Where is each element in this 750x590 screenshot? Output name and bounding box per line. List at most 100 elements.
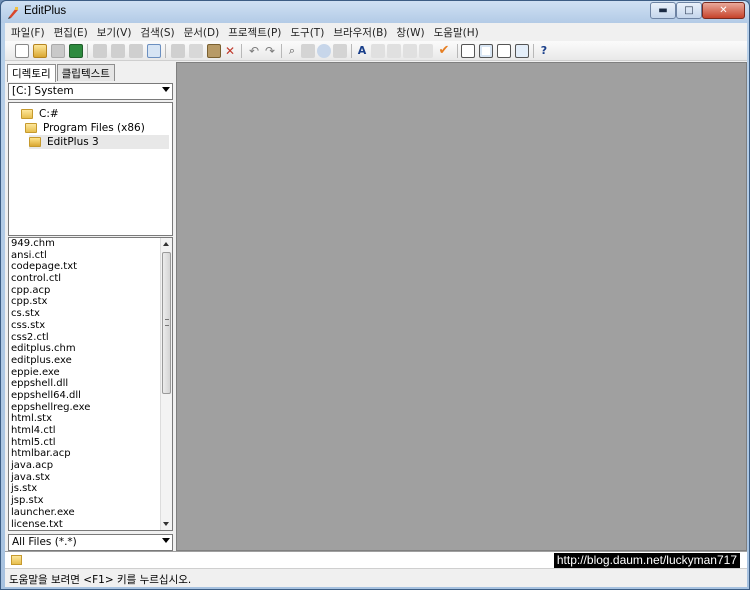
copy-icon[interactable] [189, 44, 203, 58]
file-list-item[interactable]: java.stx [9, 472, 172, 484]
toolbar-separator [457, 44, 458, 58]
window-title: EditPlus [24, 5, 67, 17]
find-icon[interactable]: ⌕ [285, 44, 299, 58]
file-filter-select[interactable]: All Files (*.*) [8, 534, 173, 551]
file-list[interactable]: 949.chm ansi.ctl codepage.txt control.ctl cp… [8, 237, 173, 531]
cliptext-window-icon[interactable] [515, 44, 529, 58]
file-list-item[interactable]: 949.chm [9, 238, 172, 250]
ruler-icon[interactable] [419, 44, 433, 58]
paste-icon[interactable] [207, 44, 221, 58]
new-file-icon[interactable] [15, 44, 29, 58]
drive-select[interactable]: [C:] System [8, 83, 173, 100]
close-button[interactable]: ✕ [702, 2, 745, 19]
line-number-icon[interactable] [403, 44, 417, 58]
file-list-item[interactable]: codepage.txt [9, 261, 172, 273]
font-icon[interactable]: A [355, 44, 369, 58]
editplus-window: EditPlus ▬ □ ✕ 파일(F) 편집(E) 보기(V) 검색(S) 문… [0, 0, 750, 590]
menu-help[interactable]: 도움말(H) [434, 25, 479, 40]
ftp-upload-icon[interactable] [93, 44, 107, 58]
file-items: 949.chm ansi.ctl codepage.txt control.ctl cp… [9, 238, 172, 530]
file-list-item[interactable]: java.acp [9, 460, 172, 472]
file-list-item[interactable]: eppie.exe [9, 367, 172, 379]
scrollbar-thumb[interactable] [162, 252, 171, 394]
goto-icon[interactable] [317, 44, 331, 58]
file-list-item[interactable]: js.stx [9, 483, 172, 495]
file-list-item[interactable]: cpp.stx [9, 296, 172, 308]
preview-icon[interactable] [147, 44, 161, 58]
file-list-scrollbar[interactable] [160, 238, 172, 530]
output-window-icon[interactable] [497, 44, 511, 58]
file-list-item[interactable]: eppshell64.dll [9, 390, 172, 402]
file-filter-value: All Files (*.*) [12, 536, 77, 548]
tab-cliptext[interactable]: 클립텍스트 [56, 64, 115, 81]
menu-edit[interactable]: 편집(E) [54, 25, 88, 40]
file-list-item[interactable]: license.txt [9, 519, 172, 531]
word-wrap-icon[interactable] [387, 44, 401, 58]
maximize-button[interactable]: □ [676, 2, 702, 19]
menu-view[interactable]: 보기(V) [97, 25, 132, 40]
file-list-item[interactable]: html4.ctl [9, 425, 172, 437]
hex-icon[interactable] [371, 44, 385, 58]
minimize-button[interactable]: ▬ [650, 2, 676, 19]
menu-window[interactable]: 창(W) [396, 25, 424, 40]
file-list-item[interactable]: editplus.chm [9, 343, 172, 355]
tree-item-root[interactable]: C:# [21, 107, 59, 121]
directory-window-icon[interactable] [479, 44, 493, 58]
tree-item-label: Program Files (x86) [43, 122, 145, 134]
scroll-down-arrow-icon[interactable] [163, 522, 169, 526]
menu-document[interactable]: 문서(D) [184, 25, 220, 40]
replace-icon[interactable] [301, 44, 315, 58]
menu-search[interactable]: 검색(S) [140, 25, 174, 40]
file-list-item[interactable]: editplus.exe [9, 355, 172, 367]
tab-directory[interactable]: 디렉토리 [7, 64, 56, 82]
scroll-up-arrow-icon[interactable] [163, 242, 169, 246]
menu-browser[interactable]: 브라우저(B) [333, 25, 387, 40]
tree-item-label: C:# [39, 108, 59, 120]
file-list-item[interactable]: css2.ctl [9, 332, 172, 344]
file-list-item[interactable]: launcher.exe [9, 507, 172, 519]
redo-icon[interactable]: ↷ [263, 44, 277, 58]
directory-tree[interactable]: C:# Program Files (x86) EditPlus 3 [8, 102, 173, 236]
editor-area[interactable] [176, 62, 747, 551]
save-icon[interactable] [51, 44, 65, 58]
title-bar[interactable]: EditPlus ▬ □ ✕ [1, 1, 749, 23]
folder-icon[interactable] [11, 555, 22, 565]
file-list-item[interactable]: control.ctl [9, 273, 172, 285]
undo-icon[interactable]: ↶ [247, 44, 261, 58]
file-list-item[interactable]: css.stx [9, 320, 172, 332]
cut-icon[interactable] [171, 44, 185, 58]
drive-select-value: [C:] System [12, 85, 74, 97]
sidebar-tabs: 디렉토리 클립텍스트 [7, 64, 116, 82]
file-list-item[interactable]: jsp.stx [9, 495, 172, 507]
file-list-item[interactable]: html.stx [9, 413, 172, 425]
checkmark-icon[interactable]: ✔ [437, 44, 451, 58]
file-list-item[interactable]: html5.ctl [9, 437, 172, 449]
indent-icon[interactable] [333, 44, 347, 58]
file-list-item[interactable]: htmlbar.acp [9, 448, 172, 460]
toolbar: ✕ ↶ ↷ ⌕ A ✔ ? [5, 41, 747, 61]
print-icon[interactable] [111, 44, 125, 58]
file-list-item[interactable]: cs.stx [9, 308, 172, 320]
open-folder-icon[interactable] [33, 44, 47, 58]
toolbar-separator [533, 44, 534, 58]
context-help-icon[interactable]: ? [537, 44, 551, 58]
file-list-item[interactable]: ansi.ctl [9, 250, 172, 262]
tree-item-program-files[interactable]: Program Files (x86) [25, 121, 145, 135]
tree-item-editplus[interactable]: EditPlus 3 [29, 135, 169, 149]
menu-file[interactable]: 파일(F) [11, 25, 45, 40]
document-tab-bar: http://blog.daum.net/luckyman717 [5, 551, 747, 568]
folder-icon [21, 109, 33, 119]
open-folder-icon [29, 137, 41, 147]
editplus-app-icon [8, 7, 18, 19]
spellcheck-icon[interactable] [129, 44, 143, 58]
file-list-item[interactable]: eppshellreg.exe [9, 402, 172, 414]
menu-project[interactable]: 프로젝트(P) [228, 25, 281, 40]
menu-tools[interactable]: 도구(T) [290, 25, 324, 40]
save-all-icon[interactable] [69, 44, 83, 58]
single-view-icon[interactable] [461, 44, 475, 58]
watermark-url: http://blog.daum.net/luckyman717 [553, 553, 740, 568]
delete-icon[interactable]: ✕ [223, 44, 237, 58]
file-list-item[interactable]: eppshell.dll [9, 378, 172, 390]
window-controls: ▬ □ ✕ [650, 2, 745, 19]
file-list-item[interactable]: cpp.acp [9, 285, 172, 297]
